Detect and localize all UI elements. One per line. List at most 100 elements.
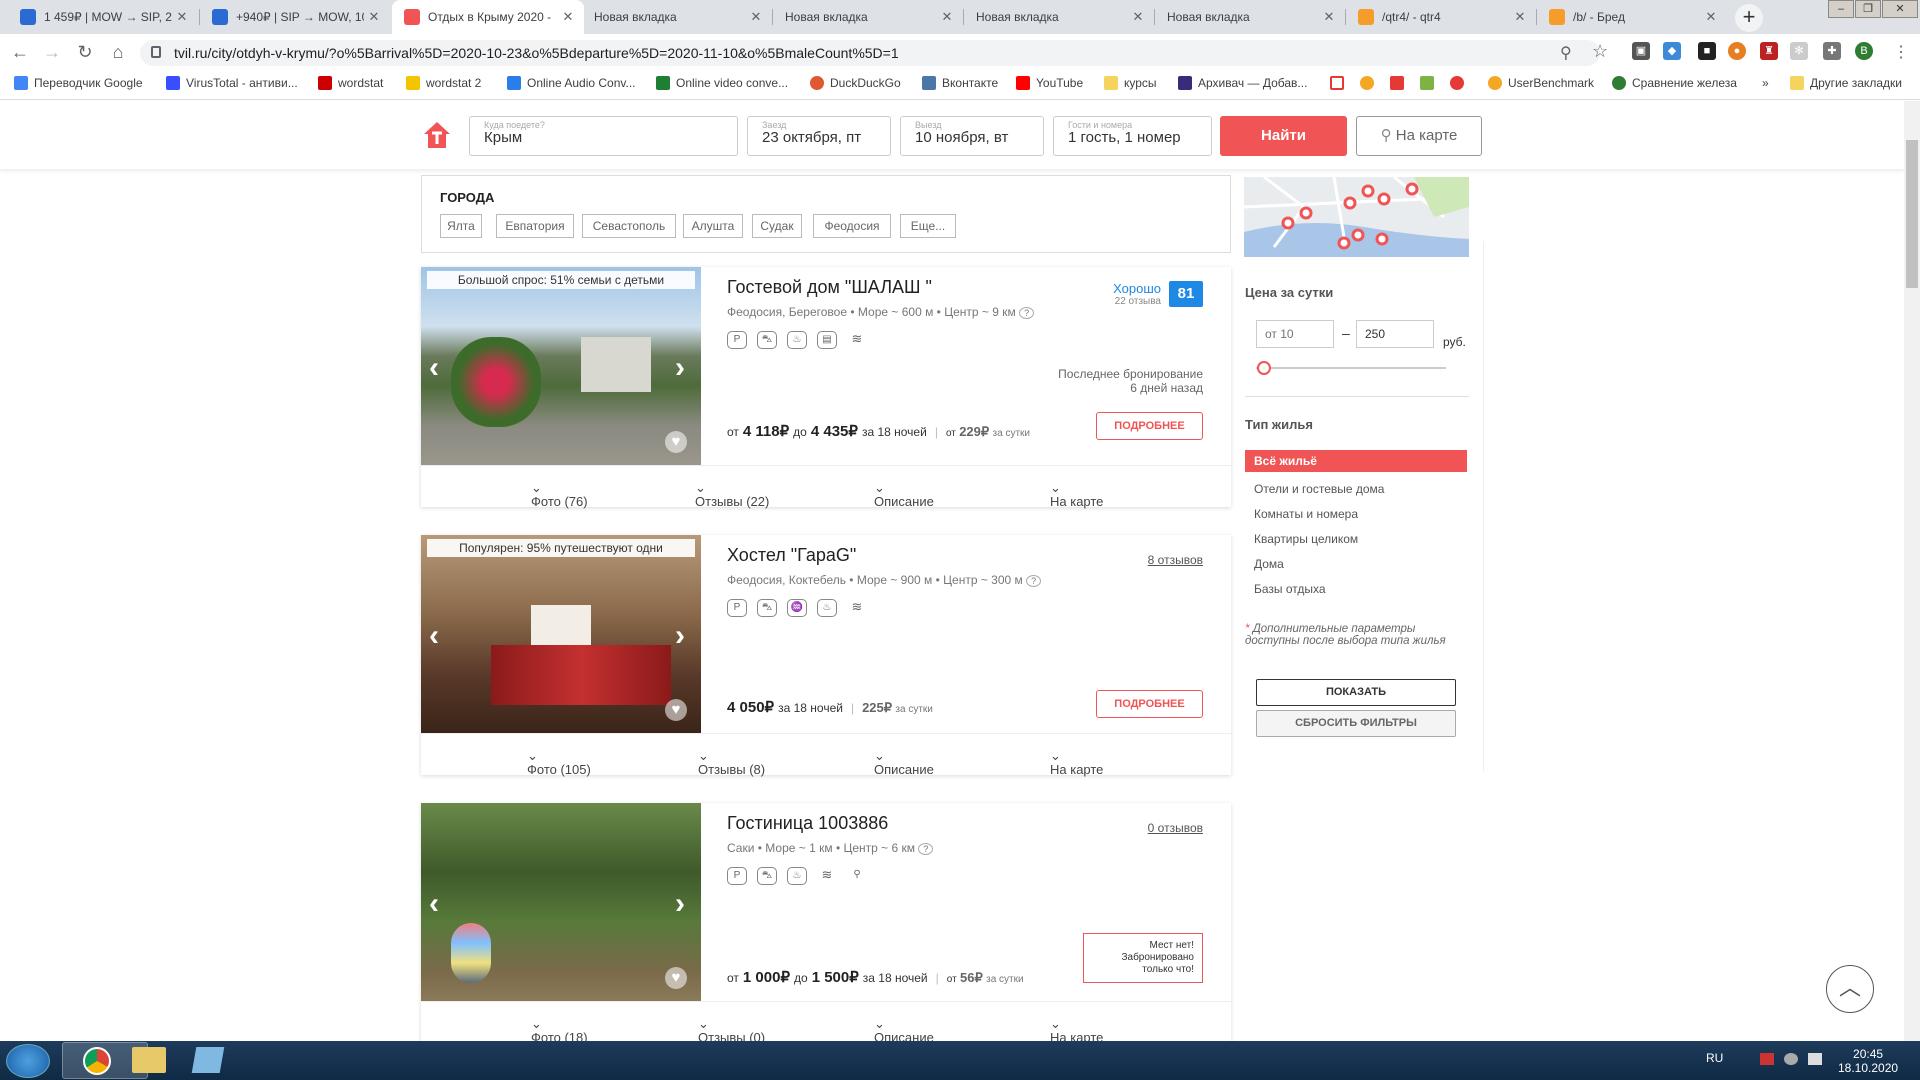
- language-indicator[interactable]: RU: [1706, 1051, 1723, 1065]
- bookmark-youtube[interactable]: YouTube: [1016, 76, 1083, 90]
- extension-icon[interactable]: ▣: [1632, 42, 1650, 60]
- extension-orange-icon[interactable]: ●: [1728, 42, 1746, 60]
- heart-icon[interactable]: ♥: [665, 699, 687, 721]
- chevron-left-icon[interactable]: ‹: [429, 619, 439, 653]
- tab-description[interactable]: Описание ⌄: [874, 1016, 934, 1041]
- tray-icon[interactable]: [1760, 1053, 1774, 1065]
- close-icon[interactable]: ✕: [1319, 9, 1339, 25]
- type-apartments[interactable]: Квартиры целиком: [1254, 532, 1358, 546]
- close-icon[interactable]: ✕: [172, 9, 192, 25]
- city-chip[interactable]: Судак: [752, 214, 802, 238]
- details-button[interactable]: ПОДРОБНЕЕ: [1096, 690, 1203, 718]
- tab-reviews[interactable]: Отзывы (22) ⌄: [695, 480, 769, 509]
- price-to-input[interactable]: 250: [1356, 320, 1434, 348]
- close-icon[interactable]: ✕: [937, 9, 957, 25]
- mini-map[interactable]: [1244, 177, 1469, 257]
- departure-field[interactable]: Выезд 10 ноября, вт: [900, 116, 1044, 156]
- heart-icon[interactable]: ♥: [665, 431, 687, 453]
- bookmark-wordstat[interactable]: wordstat: [318, 76, 383, 90]
- bookmark-wordstat2[interactable]: wordstat 2: [406, 76, 481, 90]
- tvil-logo[interactable]: [422, 120, 452, 150]
- type-rooms[interactable]: Комнаты и номера: [1254, 507, 1358, 521]
- tab-on-map[interactable]: На карте ⌄: [1050, 1016, 1103, 1041]
- bookmark-translate[interactable]: Переводчик Google: [14, 76, 143, 90]
- zoom-icon[interactable]: ⚲: [1560, 43, 1572, 63]
- city-chip[interactable]: Ялта: [440, 214, 482, 238]
- listing-name[interactable]: Гостевой дом "ШАЛАШ ": [727, 277, 932, 298]
- tab-description[interactable]: Описание ⌄: [874, 480, 934, 509]
- listing-photo[interactable]: Большой спрос: 51% семьи с детьми ‹ › ♥: [421, 267, 701, 465]
- reload-icon[interactable]: ↻: [73, 40, 97, 64]
- help-icon[interactable]: ?: [918, 843, 934, 855]
- close-icon[interactable]: ✕: [364, 9, 384, 25]
- chevron-right-icon[interactable]: ›: [675, 887, 685, 921]
- city-chip[interactable]: Евпатория: [496, 214, 574, 238]
- type-bases[interactable]: Базы отдыха: [1254, 582, 1326, 596]
- bookmark-audio[interactable]: Online Audio Conv...: [507, 76, 636, 90]
- close-icon[interactable]: ✕: [1128, 9, 1148, 25]
- bookmark-video[interactable]: Online video conve...: [656, 76, 788, 90]
- tab-new-2[interactable]: Новая вкладка ✕: [773, 0, 963, 34]
- reset-filters-button[interactable]: СБРОСИТЬ ФИЛЬТРЫ: [1256, 710, 1456, 737]
- show-button[interactable]: ПОКАЗАТЬ: [1256, 679, 1456, 706]
- price-from-input[interactable]: [1256, 320, 1334, 348]
- bookmark-duckduckgo[interactable]: DuckDuckGo: [810, 76, 901, 90]
- extension-badge-icon[interactable]: ■: [1698, 42, 1716, 60]
- new-tab-button[interactable]: +: [1735, 4, 1763, 32]
- tab-photos[interactable]: Фото (76) ⌄: [531, 480, 588, 509]
- bookmark-star-icon[interactable]: ☆: [1592, 41, 1608, 62]
- bookmark-icon-2[interactable]: [1360, 76, 1380, 90]
- address-bar[interactable]: tvil.ru/city/otdyh-v-krymu/?o%5Barrival%…: [140, 40, 1600, 66]
- other-bookmarks[interactable]: Другие закладки: [1790, 76, 1902, 90]
- bookmark-userbenchmark[interactable]: UserBenchmark: [1488, 76, 1594, 90]
- bookmark-vk[interactable]: Вконтакте: [922, 76, 998, 90]
- tab-reviews[interactable]: Отзывы (0) ⌄: [698, 1016, 765, 1041]
- tab-reviews[interactable]: Отзывы (8) ⌄: [698, 748, 765, 777]
- forward-icon[interactable]: →: [40, 40, 64, 64]
- close-icon[interactable]: ✕: [1701, 9, 1721, 25]
- tab-new-4[interactable]: Новая вкладка ✕: [1155, 0, 1345, 34]
- tab-tvil[interactable]: Отдых в Крыму 2020 - ✕: [392, 0, 584, 34]
- chevron-right-icon[interactable]: ›: [675, 619, 685, 653]
- destination-field[interactable]: Куда поедете? Крым: [469, 116, 738, 156]
- close-icon[interactable]: ✕: [558, 9, 578, 25]
- app-icon[interactable]: [191, 1047, 225, 1073]
- arrival-field[interactable]: Заезд 23 октября, пт: [747, 116, 891, 156]
- tab-b[interactable]: /b/ - Бред ✕: [1537, 0, 1727, 34]
- listing-name[interactable]: Гостиница 1003886: [727, 813, 888, 834]
- heart-icon[interactable]: ♥: [665, 967, 687, 989]
- tab-new-1[interactable]: Новая вкладка ✕: [582, 0, 772, 34]
- tab-flight-2[interactable]: +940₽ | SIP → MOW, 10 ✕: [200, 0, 390, 34]
- menu-icon[interactable]: ⋮: [1893, 42, 1909, 62]
- back-icon[interactable]: ←: [8, 40, 32, 64]
- home-icon[interactable]: ⌂: [106, 40, 130, 64]
- tab-description[interactable]: Описание ⌄: [874, 748, 934, 777]
- reviews-link[interactable]: 8 отзывов: [1148, 553, 1203, 567]
- reviews-link[interactable]: 0 отзывов: [1148, 821, 1203, 835]
- tab-flight-1[interactable]: 1 459₽ | MOW → SIP, 23 ✕: [8, 0, 198, 34]
- find-button[interactable]: Найти: [1220, 116, 1347, 156]
- puzzle-icon[interactable]: ✚: [1823, 42, 1841, 60]
- close-window-button[interactable]: ✕: [1882, 0, 1918, 18]
- extension-gear-icon[interactable]: ✻: [1790, 42, 1808, 60]
- type-houses[interactable]: Дома: [1254, 557, 1284, 571]
- tab-on-map[interactable]: На карте ⌄: [1050, 748, 1103, 777]
- city-chip[interactable]: Еще...: [900, 214, 956, 238]
- bookmark-icon-4[interactable]: [1420, 76, 1440, 90]
- tab-new-3[interactable]: Новая вкладка ✕: [964, 0, 1154, 34]
- bookmark-compare[interactable]: Сравнение железа: [1612, 76, 1737, 90]
- start-button[interactable]: [6, 1044, 50, 1078]
- minimize-button[interactable]: –: [1828, 0, 1854, 18]
- clock[interactable]: 20:45 18.10.2020: [1838, 1047, 1898, 1075]
- bookmark-icon-1[interactable]: [1330, 76, 1350, 90]
- type-all[interactable]: Всё жильё: [1245, 450, 1467, 472]
- listing-photo[interactable]: Популярен: 95% путешествуют одни ‹ › ♥: [421, 535, 701, 733]
- on-map-button[interactable]: ⚲ На карте: [1356, 116, 1482, 156]
- listing-name[interactable]: Хостел "ГараG": [727, 545, 856, 566]
- chevron-left-icon[interactable]: ‹: [429, 351, 439, 385]
- bookmark-arhivach[interactable]: Архивач — Добав...: [1178, 76, 1307, 90]
- bookmark-icon-3[interactable]: [1390, 76, 1410, 90]
- city-chip[interactable]: Севастополь: [582, 214, 676, 238]
- type-hotels[interactable]: Отели и гостевые дома: [1254, 482, 1384, 496]
- price-slider-handle[interactable]: [1257, 361, 1271, 375]
